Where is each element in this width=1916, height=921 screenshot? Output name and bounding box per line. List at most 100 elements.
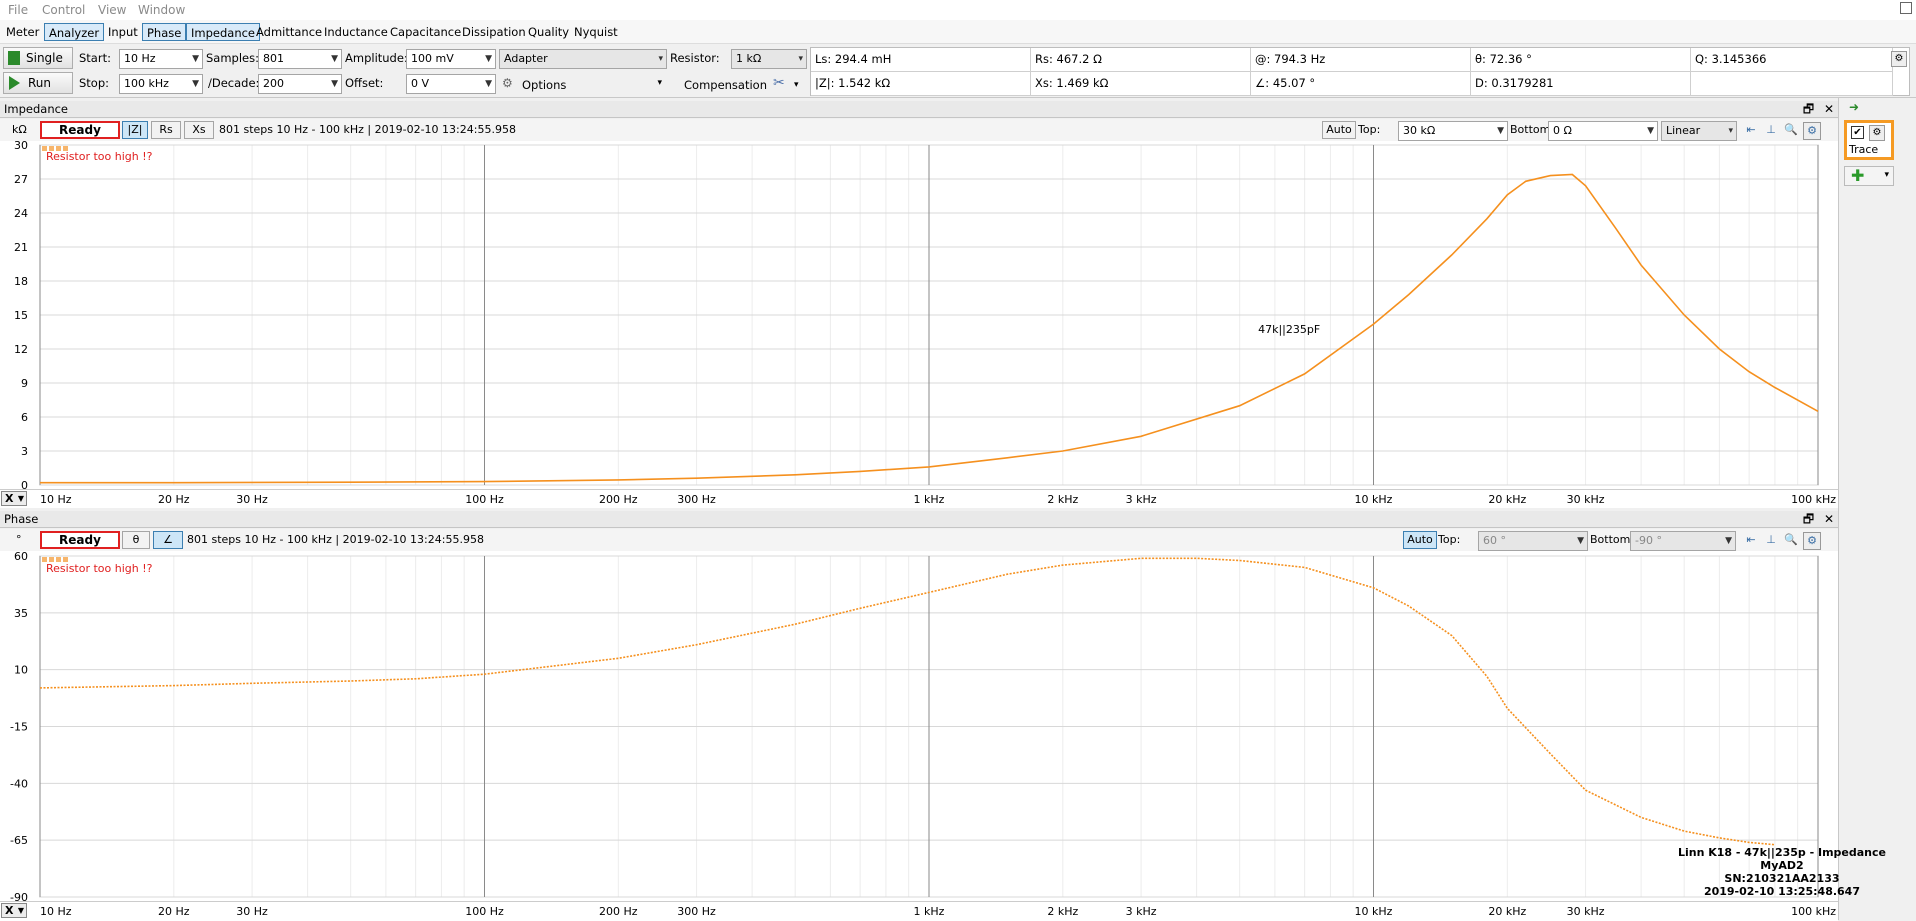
impedance-bottom-select[interactable]: 0 Ω ▼ bbox=[1548, 121, 1658, 141]
stop-label: Stop: bbox=[79, 76, 110, 90]
menu-view[interactable]: View bbox=[98, 3, 126, 17]
menu-window[interactable]: Window bbox=[138, 3, 185, 17]
tab-dissipation[interactable]: Dissipation bbox=[458, 23, 530, 41]
x-tick-label: 10 Hz bbox=[40, 493, 72, 506]
chevron-down-icon[interactable]: ▾ bbox=[794, 80, 799, 90]
impedance-scale-select[interactable]: Linear ▾ bbox=[1661, 121, 1737, 141]
y-tick-label: 35 bbox=[14, 607, 28, 620]
magnifier-icon[interactable]: 🔍 bbox=[1783, 122, 1799, 138]
theta-trace-button[interactable]: θ bbox=[122, 531, 150, 549]
run-button-label: Run bbox=[28, 76, 52, 90]
measurement-q: Q: 3.145366 bbox=[1691, 48, 1893, 72]
x-tick-label: 1 kHz bbox=[914, 905, 945, 918]
chevron-down-icon: ▼ bbox=[192, 79, 199, 89]
x-tick-label: 300 Hz bbox=[677, 493, 716, 506]
annotation-line-2: MyAD2 bbox=[1760, 859, 1804, 872]
tab-impedance[interactable]: Impedance bbox=[186, 23, 261, 41]
x-tick-label: 3 kHz bbox=[1126, 493, 1157, 506]
chevron-down-icon: ▼ bbox=[192, 54, 199, 64]
arrow-right-icon[interactable]: ➜ bbox=[1849, 100, 1859, 114]
tab-nyquist[interactable]: Nyquist bbox=[570, 23, 622, 41]
angle-trace-button[interactable]: ∠ bbox=[153, 531, 183, 549]
chevron-down-icon: ▼ bbox=[485, 79, 492, 89]
plot-settings-icon[interactable]: ⚙ bbox=[1803, 122, 1821, 140]
magnifier-icon[interactable]: 🔍 bbox=[1783, 532, 1799, 548]
chart-annotation: 47k||235pF bbox=[1258, 323, 1320, 336]
close-icon[interactable]: ✕ bbox=[1824, 102, 1834, 116]
samples-select[interactable]: 801 ▼ bbox=[258, 49, 342, 69]
stop-value: 100 kHz bbox=[124, 77, 169, 90]
x-tick-label: 10 kHz bbox=[1355, 905, 1393, 918]
phase-top-select[interactable]: 60 ° ▼ bbox=[1478, 531, 1588, 551]
tab-analyzer[interactable]: Analyzer bbox=[44, 23, 105, 41]
tab-meter[interactable]: Meter bbox=[2, 23, 43, 41]
y-tick-label: 15 bbox=[14, 309, 28, 322]
rs-trace-button[interactable]: Rs bbox=[151, 121, 181, 139]
add-trace-button[interactable]: ✚ ▾ bbox=[1844, 166, 1894, 186]
menu-control[interactable]: Control bbox=[42, 3, 85, 17]
offset-select[interactable]: 0 V ▼ bbox=[406, 74, 496, 94]
amplitude-select[interactable]: 100 mV ▼ bbox=[406, 49, 496, 69]
zoom-x-icon[interactable]: ⇤ bbox=[1743, 532, 1759, 548]
tab-capacitance[interactable]: Capacitance bbox=[386, 23, 465, 41]
tab-inductance[interactable]: Inductance bbox=[320, 23, 392, 41]
zoom-y-icon[interactable]: ⊥ bbox=[1763, 122, 1779, 138]
measurement-angle: ∠: 45.07 ° bbox=[1251, 72, 1471, 96]
phase-ready-status: Ready bbox=[40, 531, 120, 549]
measurement-d: D: 0.3179281 bbox=[1471, 72, 1691, 96]
decade-value: 200 bbox=[263, 77, 284, 90]
xs-trace-button[interactable]: Xs bbox=[184, 121, 214, 139]
zoom-x-icon[interactable]: ⇤ bbox=[1743, 122, 1759, 138]
compensation-tool-icon[interactable]: ✂ bbox=[773, 75, 785, 91]
single-button[interactable]: Single bbox=[3, 47, 73, 69]
chevron-down-icon: ▼ bbox=[331, 54, 338, 64]
start-frequency-select[interactable]: 10 Hz ▼ bbox=[119, 49, 203, 69]
trace-visible-checkbox[interactable]: ✔ bbox=[1851, 126, 1864, 139]
run-button[interactable]: Run bbox=[3, 72, 73, 94]
impedance-plot[interactable]: 0 3 6 9 12 15 18 21 24 27 30 47k||235pF Resistor to… bbox=[0, 139, 1838, 492]
undock-icon[interactable]: 🗗 bbox=[1803, 102, 1814, 116]
single-button-label: Single bbox=[26, 51, 63, 65]
tab-quality[interactable]: Quality bbox=[524, 23, 573, 41]
phase-plot[interactable]: -90 -65 -40 -15 10 35 60 Resistor too high !? bbox=[0, 550, 1838, 904]
x-tick-label: 10 kHz bbox=[1355, 493, 1393, 506]
options-menu[interactable]: ⚙ Options ▾ bbox=[502, 76, 662, 94]
x-tick-label: 20 kHz bbox=[1488, 905, 1526, 918]
resistor-value: 1 kΩ bbox=[736, 52, 762, 65]
x-tick-label: 2 kHz bbox=[1047, 905, 1078, 918]
impedance-top-select[interactable]: 30 kΩ ▼ bbox=[1398, 121, 1508, 141]
plot-settings-icon[interactable]: ⚙ bbox=[1803, 532, 1821, 550]
close-icon[interactable]: ✕ bbox=[1824, 512, 1834, 526]
z-trace-button[interactable]: |Z| bbox=[122, 121, 148, 139]
trace-settings-icon[interactable]: ⚙ bbox=[1869, 125, 1885, 141]
x-tick-label: 200 Hz bbox=[599, 493, 638, 506]
trace-item[interactable]: ✔ ⚙ Trace bbox=[1844, 120, 1894, 160]
settings-icon[interactable]: ⚙ bbox=[1891, 51, 1907, 67]
restore-window-icon[interactable] bbox=[1900, 2, 1912, 14]
impedance-sweep-status: 801 steps 10 Hz - 100 kHz | 2019-02-10 1… bbox=[219, 123, 516, 136]
y-tick-label: 3 bbox=[21, 445, 28, 458]
options-label: Options bbox=[522, 78, 567, 92]
impedance-auto-button[interactable]: Auto bbox=[1322, 121, 1356, 139]
menu-file[interactable]: File bbox=[8, 3, 28, 17]
phase-x-tick-labels: 10 Hz 20 Hz 30 Hz 100 Hz 200 Hz 300 Hz 1 kHz 2 … bbox=[40, 905, 1836, 918]
per-decade-select[interactable]: 200 ▼ bbox=[258, 74, 342, 94]
start-label: Start: bbox=[79, 51, 111, 65]
chevron-down-icon: ▾ bbox=[657, 78, 662, 88]
stop-frequency-select[interactable]: 100 kHz ▼ bbox=[119, 74, 203, 94]
tab-input[interactable]: Input bbox=[104, 23, 142, 41]
tab-admittance[interactable]: Admittance bbox=[252, 23, 326, 41]
x-tick-label: 100 kHz bbox=[1791, 905, 1836, 918]
impedance-panel-header: Impedance 🗗 ✕ bbox=[0, 101, 1838, 118]
x-tick-label: 30 kHz bbox=[1567, 493, 1605, 506]
resistor-select[interactable]: 1 kΩ ▾ bbox=[731, 49, 807, 69]
zoom-y-icon[interactable]: ⊥ bbox=[1763, 532, 1779, 548]
phase-chart: -90 -65 -40 -15 10 35 60 bbox=[10, 550, 1819, 904]
adapter-select[interactable]: Adapter ▾ bbox=[499, 49, 667, 69]
phase-auto-button[interactable]: Auto bbox=[1403, 531, 1437, 549]
impedance-top-value: 30 kΩ bbox=[1403, 124, 1436, 137]
tab-phase[interactable]: Phase bbox=[142, 23, 187, 41]
phase-bottom-select[interactable]: -90 ° ▼ bbox=[1630, 531, 1736, 551]
undock-icon[interactable]: 🗗 bbox=[1803, 512, 1814, 526]
single-step-icon bbox=[8, 51, 20, 65]
